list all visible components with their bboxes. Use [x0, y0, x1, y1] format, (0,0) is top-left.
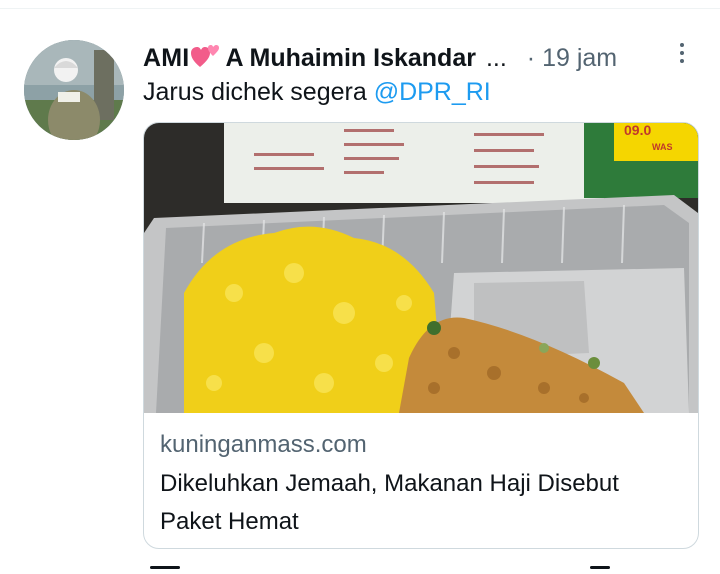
card-domain: kuninganmass.com [160, 431, 367, 458]
card-image[interactable]: 09.0 WAS [144, 123, 698, 413]
name-truncation: ... [485, 43, 507, 72]
next-tweet-hint-2 [590, 566, 610, 569]
mention-link[interactable]: @DPR_RI [374, 78, 491, 106]
avatar-image [24, 40, 124, 140]
author-name[interactable]: AMI [143, 44, 189, 73]
sign-unit: WAS [652, 142, 673, 152]
card-title[interactable]: Dikeluhkan Jemaah, Makanan Haji Disebut … [160, 465, 680, 541]
tweet-header: AMI A Muhaimin Iskandar ... · 19 jam [143, 38, 703, 78]
two-hearts-icon [191, 43, 221, 74]
tweet-body: Jarus dichek segera [143, 78, 374, 106]
divider-top [0, 8, 720, 9]
timestamp[interactable]: · 19 jam [527, 44, 617, 73]
tweet-text: Jarus dichek segera @DPR_RI [143, 78, 491, 107]
avatar[interactable] [24, 40, 124, 140]
author-name-rest[interactable]: A Muhaimin Iskandar [225, 44, 476, 73]
more-vertical-icon[interactable] [672, 38, 692, 68]
next-tweet-hint [150, 566, 180, 569]
sign-price: 09.0 [624, 123, 651, 138]
link-card[interactable]: 09.0 WAS kuninganmass.com Dikeluhkan Jem… [143, 122, 699, 549]
